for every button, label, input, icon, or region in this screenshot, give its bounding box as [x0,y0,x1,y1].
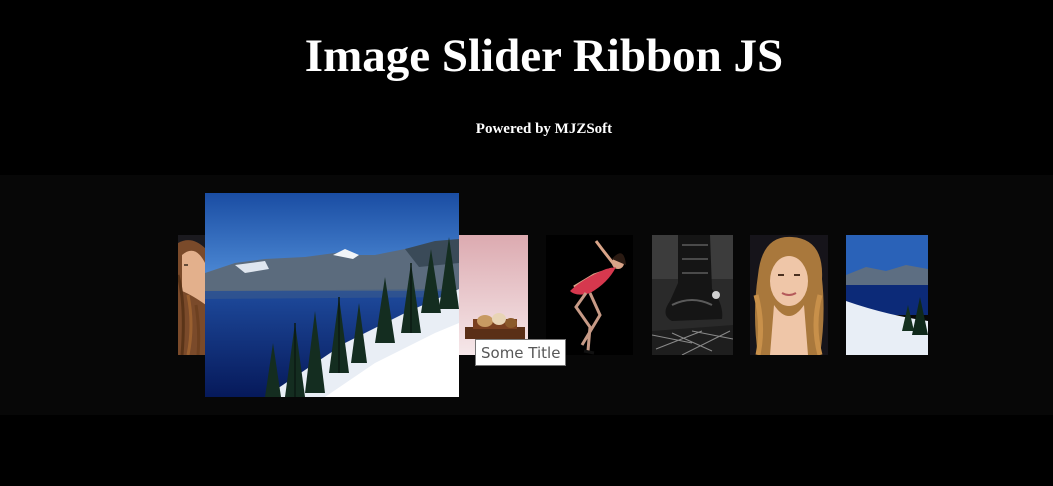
slide-crater-lake-small[interactable] [846,235,928,355]
slide-boots[interactable] [652,235,733,355]
slide-woman-long-hair[interactable] [178,235,206,355]
page-title: Image Slider Ribbon JS [304,30,784,82]
slide-chocolates[interactable] [459,235,528,355]
slide-boots-image [652,235,733,355]
slide-chocolates-image [459,235,528,355]
slide-blonde-portrait-image [750,235,828,355]
slide-dancer-red-dress-image [546,235,633,355]
slide-dancer-red-dress[interactable] [546,235,633,355]
slide-blonde-portrait[interactable] [750,235,828,355]
powered-by-text: Powered by MJZSoft [475,121,613,137]
slide-crater-lake-large-image [205,193,459,397]
slide-crater-lake-large[interactable] [205,193,459,397]
slide-tooltip: Some Title [475,339,567,366]
slide-woman-long-hair-image [178,235,206,355]
slide-crater-lake-small-image [846,235,928,355]
